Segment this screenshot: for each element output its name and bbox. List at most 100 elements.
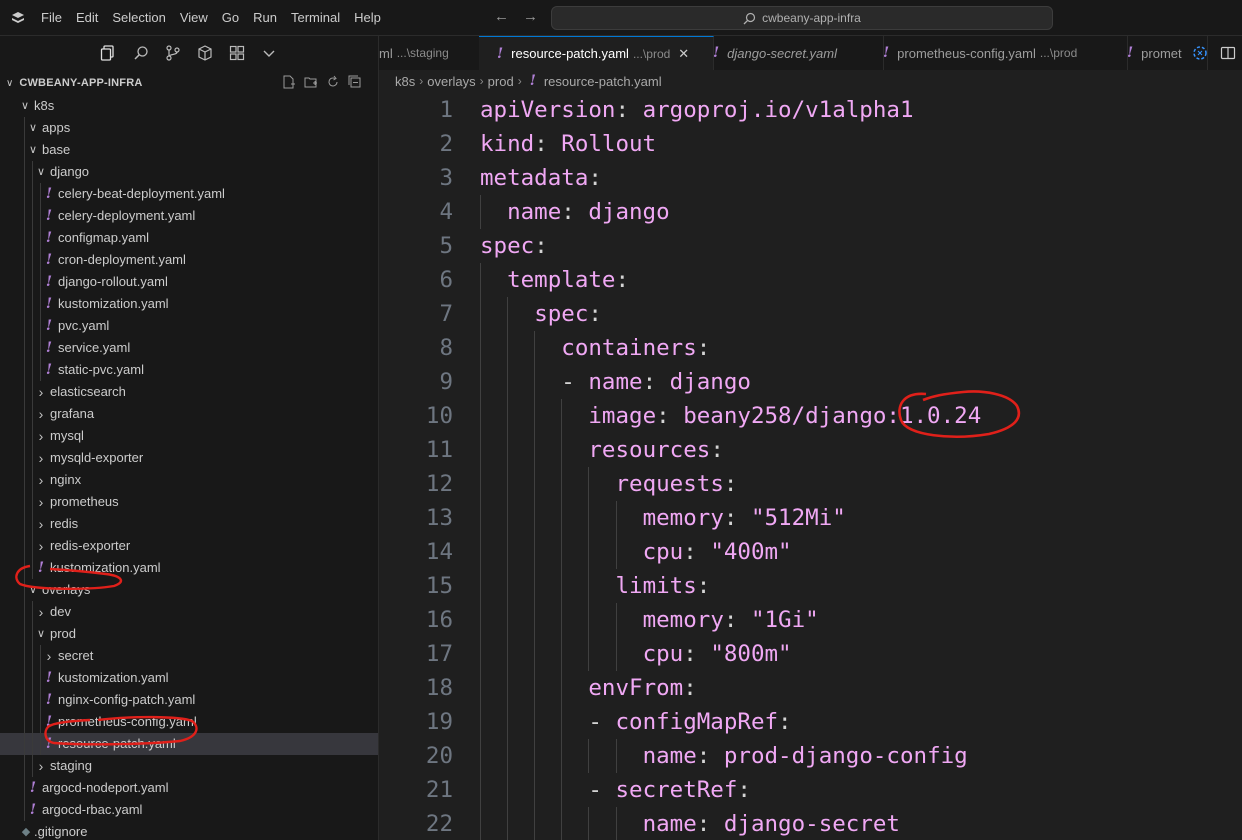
chevron-down-icon[interactable]: ∨	[35, 623, 47, 645]
tree-file[interactable]: ! nginx-config-patch.yaml	[0, 689, 378, 711]
tree-file[interactable]: ! argocd-rbac.yaml	[0, 799, 378, 821]
chevron-down-icon[interactable]: ∨	[27, 139, 39, 161]
chevron-down-icon[interactable]: ∨	[19, 95, 31, 117]
yaml-colon: :	[534, 131, 548, 157]
tab-django-secret-yaml[interactable]: ! django-secret.yaml	[695, 36, 884, 70]
breadcrumb-item[interactable]: k8s	[395, 74, 415, 89]
new-folder-icon[interactable]	[304, 75, 318, 89]
tree-file[interactable]: ! resource-patch.yaml	[0, 733, 378, 755]
chevron-down-icon[interactable]: ∨	[27, 579, 39, 601]
split-editor-icon[interactable]	[1220, 45, 1236, 61]
tree-folder[interactable]: ∨ apps	[0, 117, 378, 139]
tree-file[interactable]: ! celery-beat-deployment.yaml	[0, 183, 378, 205]
tab-ml[interactable]: ml ...\staging	[379, 36, 480, 70]
indent-guide	[24, 711, 25, 733]
menu-edit[interactable]: Edit	[69, 0, 105, 35]
source-control-icon[interactable]	[165, 45, 181, 61]
tree-file[interactable]: ! kustomization.yaml	[0, 557, 378, 579]
tree-file[interactable]: ! kustomization.yaml	[0, 667, 378, 689]
tree-file[interactable]: ! argocd-nodeport.yaml	[0, 777, 378, 799]
tree-file[interactable]: ! kustomization.yaml	[0, 293, 378, 315]
tree-file[interactable]: ◆ .gitignore	[0, 821, 378, 840]
chevron-right-icon[interactable]: ›	[35, 601, 47, 623]
menu-file[interactable]: File	[34, 0, 69, 35]
chevron-right-icon[interactable]: ›	[35, 381, 47, 403]
forward-arrow-icon[interactable]: →	[523, 8, 538, 25]
chevron-right-icon[interactable]: ›	[35, 469, 47, 491]
breadcrumb-item[interactable]: resource-patch.yaml	[544, 74, 662, 89]
indent-guide	[480, 399, 481, 433]
tree-file[interactable]: ! service.yaml	[0, 337, 378, 359]
compare-icon[interactable]	[1192, 45, 1208, 61]
tree-folder[interactable]: › grafana	[0, 403, 378, 425]
tree-folder[interactable]: › prometheus	[0, 491, 378, 513]
refresh-icon[interactable]	[326, 75, 340, 89]
tree-folder[interactable]: › secret	[0, 645, 378, 667]
tree-folder[interactable]: ∨ base	[0, 139, 378, 161]
chevron-right-icon[interactable]: ›	[35, 425, 47, 447]
tree-folder[interactable]: › redis-exporter	[0, 535, 378, 557]
new-file-icon[interactable]	[282, 75, 296, 89]
chevron-right-icon[interactable]: ›	[35, 513, 47, 535]
tree-folder[interactable]: ∨ overlays	[0, 579, 378, 601]
tree-file[interactable]: ! static-pvc.yaml	[0, 359, 378, 381]
tree-file[interactable]: ! cron-deployment.yaml	[0, 249, 378, 271]
chevron-down-icon[interactable]: ∨	[6, 78, 13, 89]
indent-guide	[615, 501, 617, 535]
breadcrumb-item[interactable]: prod	[488, 74, 514, 89]
chevron-right-icon[interactable]: ›	[43, 645, 55, 667]
tree-file[interactable]: ! django-rollout.yaml	[0, 271, 378, 293]
menu-help[interactable]: Help	[347, 0, 388, 35]
tree-file[interactable]: ! pvc.yaml	[0, 315, 378, 337]
menu-selection[interactable]: Selection	[105, 0, 172, 35]
menu-run[interactable]: Run	[246, 0, 284, 35]
tree-folder[interactable]: › redis	[0, 513, 378, 535]
collapse-all-icon[interactable]	[348, 75, 362, 89]
tree-folder[interactable]: › mysqld-exporter	[0, 447, 378, 469]
line-number: 5	[439, 233, 453, 259]
tree-folder[interactable]: ∨ django	[0, 161, 378, 183]
chevron-down-icon[interactable]	[261, 45, 277, 61]
close-icon[interactable]: ✕	[678, 46, 689, 62]
tree-folder[interactable]: › staging	[0, 755, 378, 777]
explorer-icon[interactable]	[100, 45, 116, 61]
tab-prometheus-config-yaml[interactable]: ! prometheus-config.yaml ...\prod	[865, 36, 1128, 70]
tab-resource-patch-yaml[interactable]: ! resource-patch.yaml ...\prod ✕	[479, 36, 714, 70]
back-arrow-icon[interactable]: ←	[494, 8, 509, 25]
chevron-right-icon[interactable]: ›	[35, 755, 47, 777]
tree-file[interactable]: ! celery-deployment.yaml	[0, 205, 378, 227]
yaml-key: spec	[480, 233, 535, 259]
tree-folder[interactable]: › mysql	[0, 425, 378, 447]
extensions-icon[interactable]	[197, 45, 213, 61]
yaml-key: configMapRef	[615, 709, 779, 735]
chevron-right-icon[interactable]: ›	[35, 491, 47, 513]
indent-guide	[24, 447, 25, 469]
menu-terminal[interactable]: Terminal	[284, 0, 347, 35]
command-center-search[interactable]: cwbeany-app-infra	[551, 6, 1053, 30]
breadcrumb-item[interactable]: overlays	[427, 74, 475, 89]
menu-go[interactable]: Go	[215, 0, 246, 35]
tree-item-label: .gitignore	[34, 824, 88, 839]
chevron-right-icon[interactable]: ›	[35, 403, 47, 425]
tree-item-label: nginx-config-patch.yaml	[58, 692, 196, 707]
chevron-down-icon[interactable]: ∨	[27, 117, 39, 139]
tree-folder[interactable]: › elasticsearch	[0, 381, 378, 403]
search-icon[interactable]	[133, 45, 149, 61]
indent-guide	[588, 535, 590, 569]
chevron-right-icon[interactable]: ›	[35, 447, 47, 469]
remote-explorer-icon[interactable]	[229, 45, 245, 61]
tree-folder[interactable]: ∨ k8s	[0, 95, 378, 117]
menu-view[interactable]: View	[173, 0, 215, 35]
tree-folder[interactable]: › nginx	[0, 469, 378, 491]
tree-file[interactable]: ! configmap.yaml	[0, 227, 378, 249]
code-editor[interactable]: 1 apiVersion: argoproj.io/v1alpha1 2 kind: …	[379, 92, 1242, 840]
tree-file[interactable]: ! prometheus-config.yaml	[0, 711, 378, 733]
git-file-icon: ◆	[21, 826, 31, 838]
tree-item-label: celery-beat-deployment.yaml	[58, 186, 225, 201]
chevron-down-icon[interactable]: ∨	[35, 161, 47, 183]
tree-folder[interactable]: › dev	[0, 601, 378, 623]
tree-folder[interactable]: ∨ prod	[0, 623, 378, 645]
code-content: apiVersion: argoproj.io/v1alpha1	[480, 93, 914, 127]
chevron-right-icon[interactable]: ›	[35, 535, 47, 557]
yaml-value: django-secret	[723, 811, 900, 837]
